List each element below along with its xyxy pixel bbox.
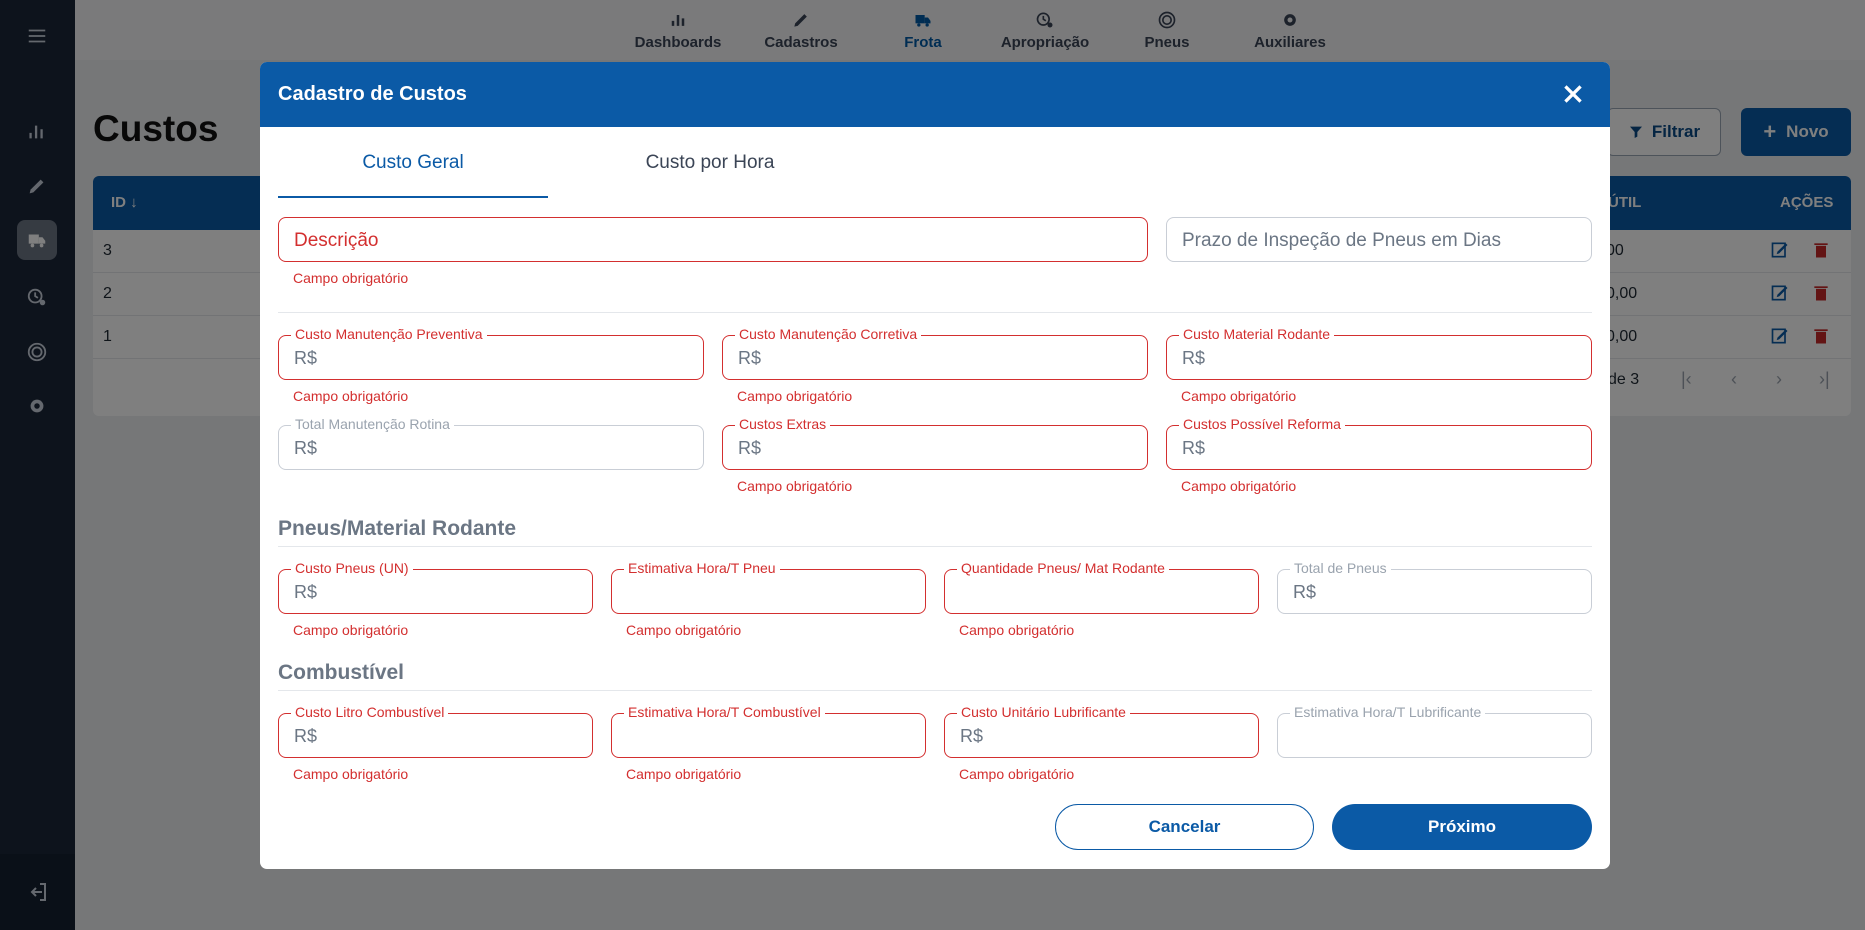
prazo-placeholder: Prazo de Inspeção de Pneus em Dias: [1182, 230, 1501, 251]
error-message: Campo obrigatório: [959, 766, 1075, 782]
divider: [278, 690, 1592, 691]
error-message: Campo obrigatório: [293, 270, 409, 286]
custo-pneus-field[interactable]: Custo Pneus (UN) R$: [278, 560, 593, 614]
modal-title: Cadastro de Custos: [278, 83, 467, 105]
total-rotina-label: Total Manutenção Rotina: [291, 416, 454, 432]
currency-prefix: R$: [1182, 438, 1206, 458]
active-tab-indicator: [278, 196, 548, 198]
estimativa-pneu-field[interactable]: Estimativa Hora/T Pneu: [611, 560, 926, 614]
custo-pneus-label: Custo Pneus (UN): [291, 560, 413, 576]
corretiva-label: Custo Manutenção Corretiva: [735, 326, 922, 342]
error-message: Campo obrigatório: [959, 622, 1075, 638]
close-icon[interactable]: [1560, 81, 1586, 107]
custo-litro-label: Custo Litro Combustível: [291, 704, 449, 720]
estimativa-pneu-label: Estimativa Hora/T Pneu: [624, 560, 780, 576]
error-message: Campo obrigatório: [1181, 478, 1297, 494]
corretiva-field[interactable]: Custo Manutenção Corretiva R$: [722, 326, 1148, 380]
modal-header: Cadastro de Custos: [260, 62, 1610, 127]
divider: [278, 546, 1592, 547]
total-rotina-field[interactable]: Total Manutenção Rotina R$: [278, 416, 704, 470]
custo-lubrificante-label: Custo Unitário Lubrificante: [957, 704, 1130, 720]
estimativa-combustivel-field[interactable]: Estimativa Hora/T Combustível: [611, 704, 926, 758]
tab-custo-geral[interactable]: Custo Geral: [278, 152, 548, 174]
error-message: Campo obrigatório: [293, 766, 409, 782]
currency-prefix: R$: [1182, 348, 1206, 368]
error-message: Campo obrigatório: [1181, 388, 1297, 404]
currency-prefix: R$: [294, 582, 318, 602]
preventiva-label: Custo Manutenção Preventiva: [291, 326, 487, 342]
currency-prefix: R$: [738, 438, 762, 458]
descricao-placeholder: Descrição: [294, 230, 379, 251]
currency-prefix: R$: [960, 726, 984, 746]
custos-extras-label: Custos Extras: [735, 416, 831, 432]
possivel-reforma-field[interactable]: Custos Possível Reforma R$: [1166, 416, 1592, 470]
section-pneus-title: Pneus/Material Rodante: [278, 517, 517, 540]
total-pneus-label: Total de Pneus: [1290, 560, 1391, 576]
preventiva-field[interactable]: Custo Manutenção Preventiva R$: [278, 326, 704, 380]
material-rodante-label: Custo Material Rodante: [1179, 326, 1335, 342]
currency-prefix: R$: [1293, 582, 1317, 602]
custo-litro-field[interactable]: Custo Litro Combustível R$: [278, 704, 593, 758]
possivel-reforma-label: Custos Possível Reforma: [1179, 416, 1345, 432]
error-message: Campo obrigatório: [293, 388, 409, 404]
custos-extras-field[interactable]: Custos Extras R$: [722, 416, 1148, 470]
currency-prefix: R$: [294, 348, 318, 368]
custo-lubrificante-field[interactable]: Custo Unitário Lubrificante R$: [944, 704, 1259, 758]
cancel-button[interactable]: Cancelar: [1055, 804, 1314, 850]
divider: [278, 312, 1592, 313]
error-message: Campo obrigatório: [737, 388, 853, 404]
estimativa-lubrificante-label: Estimativa Hora/T Lubrificante: [1290, 704, 1486, 720]
error-message: Campo obrigatório: [626, 766, 742, 782]
next-button[interactable]: Próximo: [1332, 804, 1592, 850]
estimativa-combustivel-label: Estimativa Hora/T Combustível: [624, 704, 825, 720]
currency-prefix: R$: [294, 726, 318, 746]
prazo-inspecao-field[interactable]: Prazo de Inspeção de Pneus em Dias: [1166, 217, 1592, 262]
material-rodante-field[interactable]: Custo Material Rodante R$: [1166, 326, 1592, 380]
currency-prefix: R$: [294, 438, 318, 458]
quantidade-pneus-field[interactable]: Quantidade Pneus/ Mat Rodante: [944, 560, 1259, 614]
error-message: Campo obrigatório: [737, 478, 853, 494]
section-combustivel-title: Combustível: [278, 661, 405, 684]
tab-custo-por-hora[interactable]: Custo por Hora: [575, 152, 845, 174]
currency-prefix: R$: [738, 348, 762, 368]
descricao-field[interactable]: Descrição: [278, 217, 1148, 262]
cost-registration-modal: Cadastro de Custos Custo Geral Custo por…: [260, 62, 1610, 869]
quantidade-pneus-label: Quantidade Pneus/ Mat Rodante: [957, 560, 1169, 576]
total-pneus-field[interactable]: Total de Pneus R$: [1277, 560, 1592, 614]
error-message: Campo obrigatório: [626, 622, 742, 638]
estimativa-lubrificante-field[interactable]: Estimativa Hora/T Lubrificante: [1277, 704, 1592, 758]
error-message: Campo obrigatório: [293, 622, 409, 638]
